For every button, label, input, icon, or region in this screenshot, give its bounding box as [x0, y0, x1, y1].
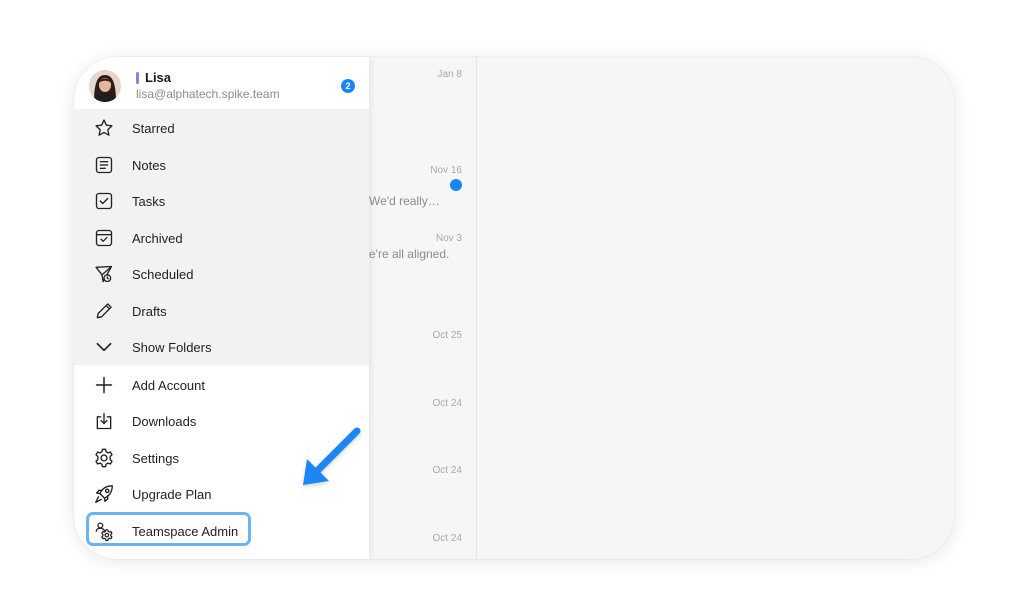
menu-item-label: Downloads	[132, 413, 197, 429]
email-date: Oct 24	[432, 465, 462, 476]
menu-item-show-folders[interactable]: Show Folders	[74, 329, 369, 365]
menu-item-label: Archived	[132, 230, 183, 246]
teamspace-admin-icon	[93, 520, 115, 542]
unread-count-badge: 2	[341, 79, 355, 93]
account-name-row: Lisa	[136, 70, 171, 85]
pointer-arrow-icon	[299, 425, 365, 491]
notes-icon	[93, 154, 115, 176]
menu-item-drafts[interactable]: Drafts	[74, 293, 369, 329]
menu-item-label: Settings	[132, 450, 179, 466]
email-date: Nov 16	[430, 165, 462, 176]
menu-item-tasks[interactable]: Tasks	[74, 183, 369, 219]
account-header[interactable]: Lisa lisa@alphatech.spike.team 2	[74, 57, 369, 109]
archive-icon	[93, 227, 115, 249]
email-date: Oct 24	[432, 533, 462, 544]
email-snippet[interactable]: e're all aligned.	[369, 247, 449, 261]
menu-item-label: Starred	[132, 120, 175, 136]
reading-pane	[477, 57, 954, 559]
rocket-icon	[93, 483, 115, 505]
menu-item-teamspace-admin[interactable]: Teamspace Admin	[74, 513, 369, 549]
menu-item-label: Upgrade Plan	[132, 486, 212, 502]
side-menu: Lisa lisa@alphatech.spike.team 2 Starred	[74, 57, 369, 559]
star-icon	[93, 117, 115, 139]
email-date: Oct 25	[432, 330, 462, 341]
chevron-down-icon	[93, 336, 115, 358]
menu-item-starred[interactable]: Starred	[74, 110, 369, 146]
plus-icon	[93, 374, 115, 396]
menu-item-add-account[interactable]: Add Account	[74, 367, 369, 403]
menu-item-label: Teamspace Admin	[132, 523, 239, 539]
menu-item-label: Show Folders	[132, 339, 212, 355]
menu-item-archived[interactable]: Archived	[74, 220, 369, 256]
gear-icon	[93, 447, 115, 469]
menu-item-label: Add Account	[132, 377, 205, 393]
pencil-icon	[93, 300, 115, 322]
menu-item-notes[interactable]: Notes	[74, 147, 369, 183]
account-email: lisa@alphatech.spike.team	[136, 87, 280, 101]
menu-item-label: Scheduled	[132, 266, 194, 282]
menu-item-label: Notes	[132, 157, 166, 173]
account-color-tag	[136, 71, 139, 84]
download-icon	[93, 410, 115, 432]
menu-item-label: Drafts	[132, 303, 167, 319]
email-date: Jan 8	[437, 69, 462, 80]
email-snippet[interactable]: We'd really…	[369, 194, 440, 208]
email-date: Nov 3	[435, 233, 462, 244]
menu-item-label: Tasks	[132, 193, 166, 209]
unread-dot	[450, 179, 462, 191]
menu-item-scheduled[interactable]: Scheduled	[74, 256, 369, 292]
folder-list: Starred Notes Tasks Archived Scheduled D…	[74, 109, 369, 365]
account-name: Lisa	[145, 70, 172, 85]
tasks-icon	[93, 190, 115, 212]
send-clock-icon	[93, 263, 115, 285]
app-window: Jan 8 Nov 16 We'd really… Nov 3 e're all…	[74, 57, 954, 559]
email-date: Oct 24	[432, 398, 462, 409]
avatar[interactable]	[89, 70, 121, 102]
